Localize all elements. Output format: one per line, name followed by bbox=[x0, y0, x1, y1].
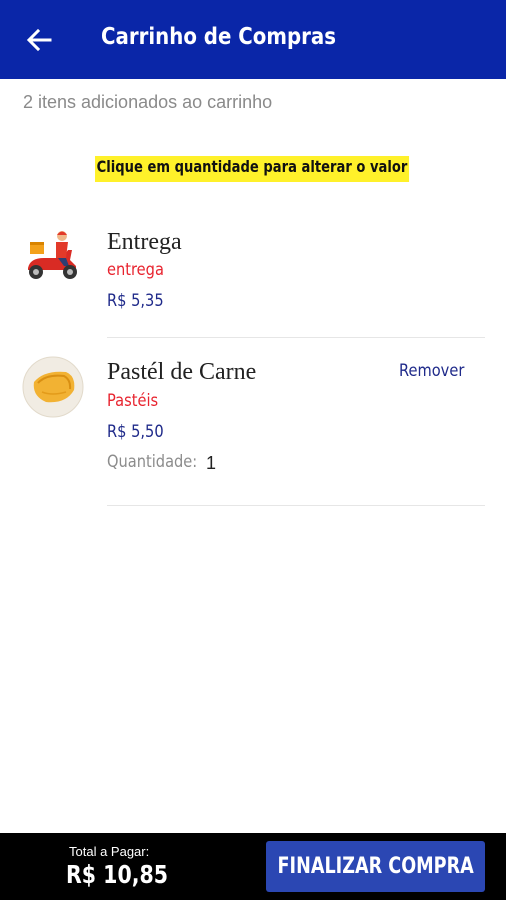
item-divider bbox=[107, 337, 485, 338]
checkout-button-label: FINALIZAR COMPRA bbox=[277, 854, 474, 879]
remove-button[interactable]: Remover bbox=[399, 361, 464, 381]
total-label: Total a Pagar: bbox=[69, 844, 150, 859]
delivery-scooter-icon bbox=[22, 226, 84, 288]
item-category: entrega bbox=[107, 260, 164, 280]
item-price: R$ 5,50 bbox=[107, 422, 164, 442]
quantity-value[interactable]: 1 bbox=[206, 453, 216, 474]
item-divider bbox=[107, 505, 485, 506]
page-title: Carrinho de Compras bbox=[101, 24, 337, 50]
quantity-label: Quantidade: bbox=[107, 452, 198, 472]
arrow-left-icon bbox=[26, 28, 52, 52]
checkout-bar: Total a Pagar: R$ 10,85 FINALIZAR COMPRA bbox=[0, 833, 506, 900]
pastel-icon bbox=[22, 356, 84, 418]
quantity-hint: Clique em quantidade para alterar o valo… bbox=[95, 156, 410, 182]
cart-count-text: 2 itens adicionados ao carrinho bbox=[23, 92, 273, 112]
back-button[interactable] bbox=[20, 22, 58, 58]
app-bar: Carrinho de Compras bbox=[0, 0, 506, 79]
item-name: Pastél de Carne bbox=[107, 359, 257, 385]
item-name: Entrega bbox=[107, 229, 182, 255]
item-price: R$ 5,35 bbox=[107, 291, 164, 311]
total-value: R$ 10,85 bbox=[66, 860, 169, 889]
checkout-button[interactable]: FINALIZAR COMPRA bbox=[266, 841, 485, 892]
item-category: Pastéis bbox=[107, 391, 159, 411]
